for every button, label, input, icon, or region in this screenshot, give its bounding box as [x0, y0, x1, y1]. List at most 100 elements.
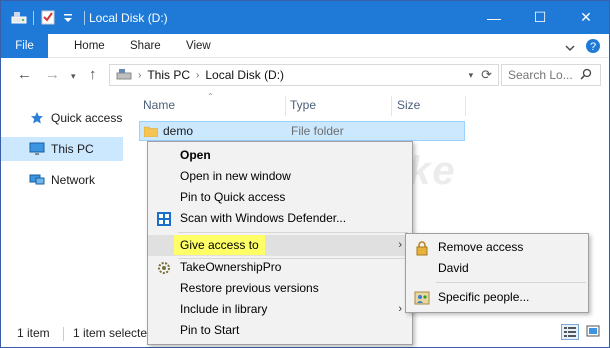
column-header-type[interactable]: Type [290, 92, 316, 118]
window-title: Local Disk (D:) [89, 11, 168, 25]
menu-item-label: Restore previous versions [180, 281, 319, 295]
sidebar-item-label: This PC [51, 142, 94, 156]
menu-item-label: David [438, 261, 469, 275]
address-dropdown-icon[interactable]: ▾ [469, 70, 474, 81]
tab-file[interactable]: File [1, 34, 48, 58]
forward-arrow-icon[interactable]: → [45, 66, 60, 83]
breadcrumb-local-disk[interactable]: Local Disk (D:) [205, 68, 284, 82]
breadcrumb-separator: › [196, 69, 200, 81]
folder-icon [143, 125, 159, 138]
defender-icon [156, 211, 172, 227]
details-view-icon[interactable] [561, 324, 579, 340]
navigation-pane: Quick access This PC Network [1, 92, 125, 318]
give-access-submenu: Remove access David Specific people... [405, 233, 589, 313]
column-divider [465, 96, 466, 116]
menu-item-label: Give access to [174, 235, 265, 256]
file-type: File folder [291, 124, 344, 138]
sidebar-item-quick-access[interactable]: Quick access [1, 106, 123, 130]
menu-item-pin-start[interactable]: Pin to Start [148, 320, 412, 341]
menu-item-open-new-window[interactable]: Open in new window [148, 166, 412, 187]
quick-access-toolbar [11, 10, 85, 25]
breadcrumb-this-pc[interactable]: This PC [147, 68, 190, 82]
menu-item-open[interactable]: Open [148, 145, 412, 166]
network-icon [29, 172, 45, 188]
recent-locations-chevron-icon[interactable]: ▾ [71, 71, 76, 82]
menu-item-label: Remove access [438, 240, 524, 254]
submenu-item-specific-people[interactable]: Specific people... [406, 287, 588, 308]
title-bar: Local Disk (D:) — ☐ ✕ [1, 1, 609, 34]
menu-item-label: Pin to Start [180, 323, 240, 337]
tab-home[interactable]: Home [74, 34, 105, 58]
file-name: demo [163, 124, 194, 138]
menu-item-include-library[interactable]: Include in library › [148, 299, 412, 320]
svg-text:?: ? [590, 41, 596, 53]
breadcrumb-separator: › [138, 69, 142, 81]
menu-separator [436, 282, 586, 283]
explorer-window: Local Disk (D:) — ☐ ✕ File Home Share Vi… [0, 0, 610, 348]
column-label: Type [290, 98, 317, 112]
menu-item-label: Pin to Quick access [180, 190, 286, 204]
sort-chevron-icon: ⌃ [207, 92, 214, 101]
ribbon-tabs: File Home Share View ? [1, 34, 609, 58]
menu-item-label: Open [180, 148, 211, 162]
submenu-arrow-icon: › [398, 303, 402, 315]
menu-item-pin-quick-access[interactable]: Pin to Quick access [148, 187, 412, 208]
column-label: Name [143, 98, 176, 112]
close-button[interactable]: ✕ [563, 1, 609, 34]
ribbon-right-controls: ? [565, 38, 601, 57]
submenu-item-david[interactable]: David [406, 258, 588, 279]
menu-item-restore-versions[interactable]: Restore previous versions [148, 278, 412, 299]
status-selected-count: 1 item selected [73, 326, 154, 340]
column-divider [285, 96, 286, 116]
context-menu: Open Open in new window Pin to Quick acc… [147, 141, 413, 345]
menu-separator [178, 232, 408, 233]
toolbar-divider [84, 10, 85, 25]
address-row: ← → ▾ ↑ › This PC › Local Disk (D:) ▾ ⟳ [1, 59, 609, 91]
chevron-down-icon[interactable] [565, 41, 575, 55]
search-box[interactable] [501, 64, 601, 86]
sidebar-item-label: Network [51, 173, 96, 187]
menu-item-give-access[interactable]: Give access to › [148, 235, 412, 256]
menu-item-label: Scan with Windows Defender... [180, 211, 347, 225]
drive-icon [11, 10, 27, 25]
submenu-arrow-icon: › [398, 239, 402, 251]
column-header-name[interactable]: Name [143, 92, 175, 118]
menu-item-label: TakeOwnershipPro [180, 260, 282, 274]
highlighted-label: Give access to [174, 235, 265, 255]
sidebar-item-label: Quick access [51, 111, 123, 125]
column-label: Size [397, 98, 421, 112]
refresh-icon[interactable]: ⟳ [481, 67, 492, 83]
people-icon [414, 290, 430, 306]
properties-checkbox-icon[interactable] [40, 10, 56, 25]
large-icons-view-icon[interactable] [585, 324, 603, 340]
lock-icon [414, 240, 430, 256]
menu-item-scan-defender[interactable]: Scan with Windows Defender... [148, 208, 412, 229]
drive-icon [116, 68, 132, 83]
customize-toolbar-icon[interactable] [62, 10, 78, 25]
sidebar-item-this-pc[interactable]: This PC [1, 137, 123, 161]
search-icon[interactable] [580, 68, 592, 83]
column-header-size[interactable]: Size [397, 92, 420, 118]
minimize-button[interactable]: — [471, 1, 517, 34]
table-row[interactable]: demo File folder [139, 121, 465, 141]
status-item-count: 1 item [17, 326, 50, 340]
menu-item-label: Include in library [180, 302, 268, 316]
tab-share[interactable]: Share [130, 34, 161, 58]
status-divider [63, 327, 64, 341]
column-divider [391, 96, 392, 116]
search-input[interactable] [508, 68, 578, 82]
help-icon[interactable]: ? [585, 38, 601, 57]
tab-view[interactable]: View [186, 34, 211, 58]
menu-item-takeownership[interactable]: TakeOwnershipPro [148, 257, 412, 278]
menu-item-label: Open in new window [180, 169, 291, 183]
back-arrow-icon[interactable]: ← [17, 66, 32, 83]
up-arrow-icon[interactable]: ↑ [89, 66, 97, 83]
address-bar[interactable]: › This PC › Local Disk (D:) ▾ ⟳ [109, 64, 499, 86]
submenu-item-remove-access[interactable]: Remove access [406, 237, 588, 258]
maximize-button[interactable]: ☐ [517, 1, 563, 34]
menu-item-label: Specific people... [438, 290, 530, 304]
toolbar-divider [33, 10, 34, 25]
sidebar-item-network[interactable]: Network [1, 168, 123, 192]
takeownership-icon [156, 260, 172, 276]
monitor-icon [29, 141, 45, 157]
